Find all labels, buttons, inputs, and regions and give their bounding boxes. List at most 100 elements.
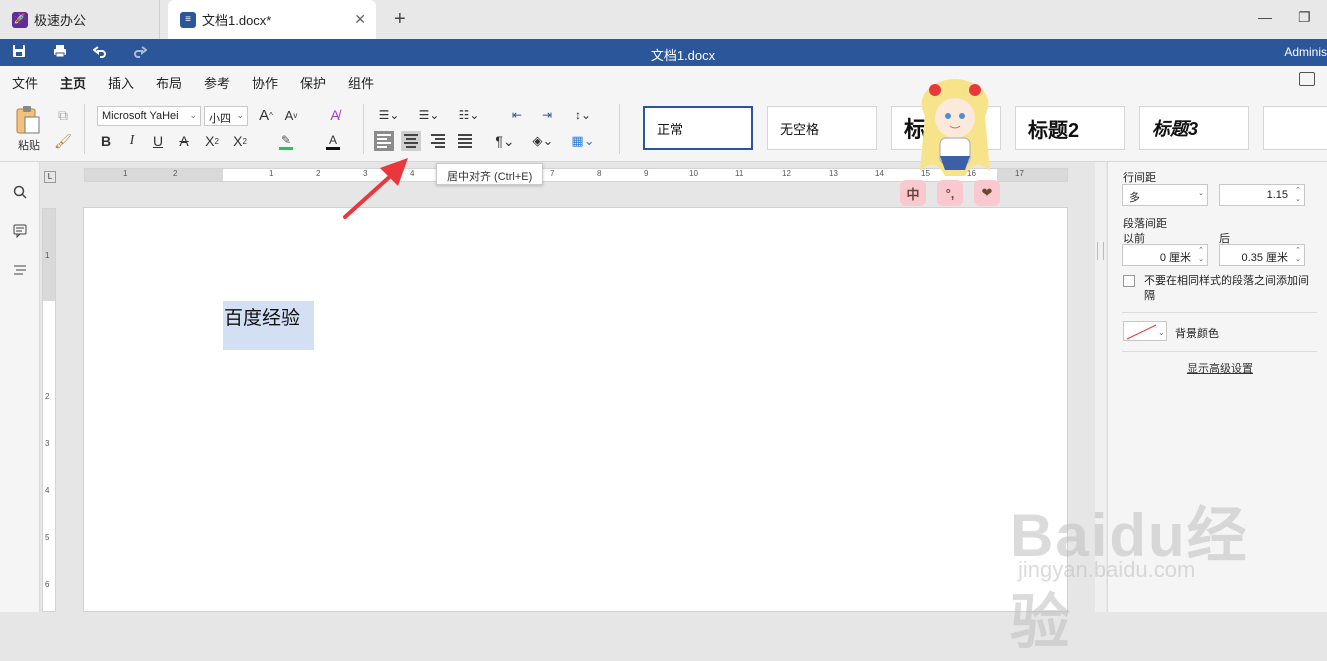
decrease-font-icon[interactable]: Av [281, 105, 301, 125]
spacing-after-value: 0.35 厘米 [1241, 252, 1288, 264]
ruler-label: 12 [782, 169, 791, 178]
style-no-spacing-label: 无空格 [780, 121, 820, 137]
menu-references[interactable]: 参考 [204, 73, 230, 92]
paragraph-mark-icon[interactable]: ¶⌄ [490, 131, 520, 151]
spinner-icon[interactable]: ⌃ ⌄ [1295, 246, 1301, 264]
format-painter-icon[interactable]: 🖌 [54, 132, 72, 150]
style-more[interactable] [1263, 106, 1327, 150]
no-space-same-style-checkbox[interactable] [1123, 275, 1135, 287]
tab-bar: 🚀 极速办公 ≡ 文档1.docx* ✕ + — ❐ [0, 0, 1327, 39]
line-spacing-icon[interactable]: ↕⌄ [568, 105, 598, 125]
menu-home[interactable]: 主页 [60, 73, 87, 98]
strikethrough-icon[interactable]: A [175, 131, 193, 151]
ruler-label: 11 [735, 169, 744, 178]
style-no-spacing[interactable]: 无空格 [767, 106, 877, 150]
line-spacing-value-input[interactable]: 1.15 ⌃ ⌄ [1219, 184, 1305, 206]
line-spacing-value: 1.15 [1266, 189, 1288, 201]
show-advanced-settings-link[interactable]: 显示高级设置 [1187, 360, 1253, 376]
tab-home[interactable]: 🚀 极速办公 [0, 0, 160, 39]
justify-button[interactable] [455, 131, 475, 151]
copy-icon[interactable]: ⧉ [54, 106, 72, 124]
paragraph-spacing-label: 段落间距 [1123, 218, 1167, 230]
increase-font-icon[interactable]: A ^ [256, 105, 276, 125]
line-spacing-mode-select[interactable]: 多 ⌄ [1122, 184, 1208, 206]
tab-stop-selector[interactable]: L [44, 171, 56, 183]
subscript-icon[interactable]: X2 [229, 131, 251, 151]
background-color-picker[interactable]: ⌄ [1123, 321, 1167, 341]
sticker-heart[interactable]: ❤ [974, 180, 1000, 206]
increase-indent-icon[interactable]: ⇥ [537, 105, 557, 125]
menu-insert[interactable]: 插入 [108, 73, 134, 92]
user-name[interactable]: Adminis [1284, 45, 1327, 59]
borders-icon[interactable]: ▦⌄ [568, 131, 598, 151]
scrollbar-thumb[interactable] [1097, 242, 1104, 260]
multilevel-list-icon[interactable]: ☷⌄ [454, 105, 484, 125]
document-text[interactable]: 百度经验 [224, 303, 300, 330]
ruler-label: 8 [597, 169, 602, 178]
ruler-label: 6 [45, 580, 50, 589]
font-size-select[interactable]: 小四 ⌄ [204, 106, 248, 126]
menu-layout[interactable]: 布局 [156, 73, 182, 92]
line-spacing-mode-value: 多 [1129, 192, 1140, 204]
search-icon[interactable] [12, 184, 28, 200]
navigation-icon[interactable] [12, 262, 28, 278]
superscript-icon[interactable]: X2 [201, 131, 223, 151]
menu-plugins[interactable]: 组件 [348, 73, 374, 92]
comment-icon[interactable] [12, 223, 28, 239]
close-icon[interactable]: ✕ [354, 11, 366, 28]
ruler-label: 9 [644, 169, 649, 178]
bold-icon[interactable]: B [97, 131, 115, 151]
menu-collaborate[interactable]: 协作 [252, 73, 278, 92]
align-center-tooltip: 居中对齐 (Ctrl+E) [436, 163, 544, 185]
spacing-before-input[interactable]: 0 厘米 ⌃ ⌄ [1122, 244, 1208, 266]
style-heading3[interactable]: 标题3 [1139, 106, 1249, 150]
align-right-button[interactable] [428, 131, 448, 151]
decrease-indent-icon[interactable]: ⇤ [507, 105, 527, 125]
chevron-down-icon: ⌄ [1198, 190, 1204, 197]
font-family-select[interactable]: Microsoft YaHei ⌄ [97, 106, 201, 126]
spacing-before-value: 0 厘米 [1159, 252, 1191, 264]
left-rail [0, 162, 40, 612]
menu-file[interactable]: 文件 [12, 73, 38, 92]
spinner-icon[interactable]: ⌃ ⌄ [1295, 186, 1301, 204]
ruler-label: 3 [45, 439, 50, 448]
spinner-icon[interactable]: ⌃ ⌄ [1198, 246, 1204, 264]
document-page[interactable]: 百度经验 [83, 207, 1068, 612]
menu-bar: 文件 主页 插入 布局 参考 协作 保护 组件 [0, 66, 1327, 98]
style-normal[interactable]: 正常 [643, 106, 753, 150]
sticker-chinese[interactable]: 中 [900, 180, 926, 206]
underline-icon[interactable]: U [149, 131, 167, 151]
annotation-arrow [343, 158, 408, 219]
align-center-button[interactable] [401, 131, 421, 151]
minimize-icon[interactable]: — [1258, 9, 1272, 25]
style-heading2[interactable]: 标题2 [1015, 106, 1125, 150]
menu-protect[interactable]: 保护 [300, 73, 326, 92]
align-left-button[interactable] [374, 131, 394, 151]
restore-icon[interactable]: ❐ [1298, 9, 1311, 26]
tab-document[interactable]: ≡ 文档1.docx* ✕ [168, 0, 376, 39]
separator [619, 104, 620, 154]
italic-icon[interactable]: I [123, 131, 141, 151]
background-color-label: 背景颜色 [1175, 328, 1219, 340]
shading-icon[interactable]: ◈⌄ [528, 131, 558, 151]
open-location-icon[interactable] [1299, 72, 1315, 86]
spacing-after-input[interactable]: 0.35 厘米 ⌃ ⌄ [1219, 244, 1305, 266]
sticker-punctuation[interactable]: °, [937, 180, 963, 206]
paste-label[interactable]: 粘贴 [16, 138, 42, 152]
highlight-color-icon[interactable]: ✎ [273, 131, 299, 151]
text-selection[interactable]: 百度经验 [223, 301, 314, 350]
ruler-label: 10 [689, 169, 698, 178]
anime-sticker-image [920, 79, 990, 176]
numbered-list-icon[interactable]: ☰⌄ [414, 105, 444, 125]
watermark-url: jingyan.baidu.com [1018, 557, 1196, 582]
clear-format-icon[interactable]: A̸ [325, 105, 345, 125]
svg-text:⌄: ⌄ [1158, 328, 1165, 337]
bullet-list-icon[interactable]: ☰⌄ [374, 105, 404, 125]
ruler-label: 4 [45, 486, 50, 495]
vertical-ruler[interactable]: 1 2 3 4 5 6 [42, 208, 56, 612]
font-color-icon[interactable]: A [320, 131, 346, 151]
new-tab-button[interactable]: + [394, 8, 406, 31]
separator [363, 104, 364, 154]
paste-icon[interactable] [12, 104, 44, 136]
ruler-label: 5 [45, 533, 50, 542]
